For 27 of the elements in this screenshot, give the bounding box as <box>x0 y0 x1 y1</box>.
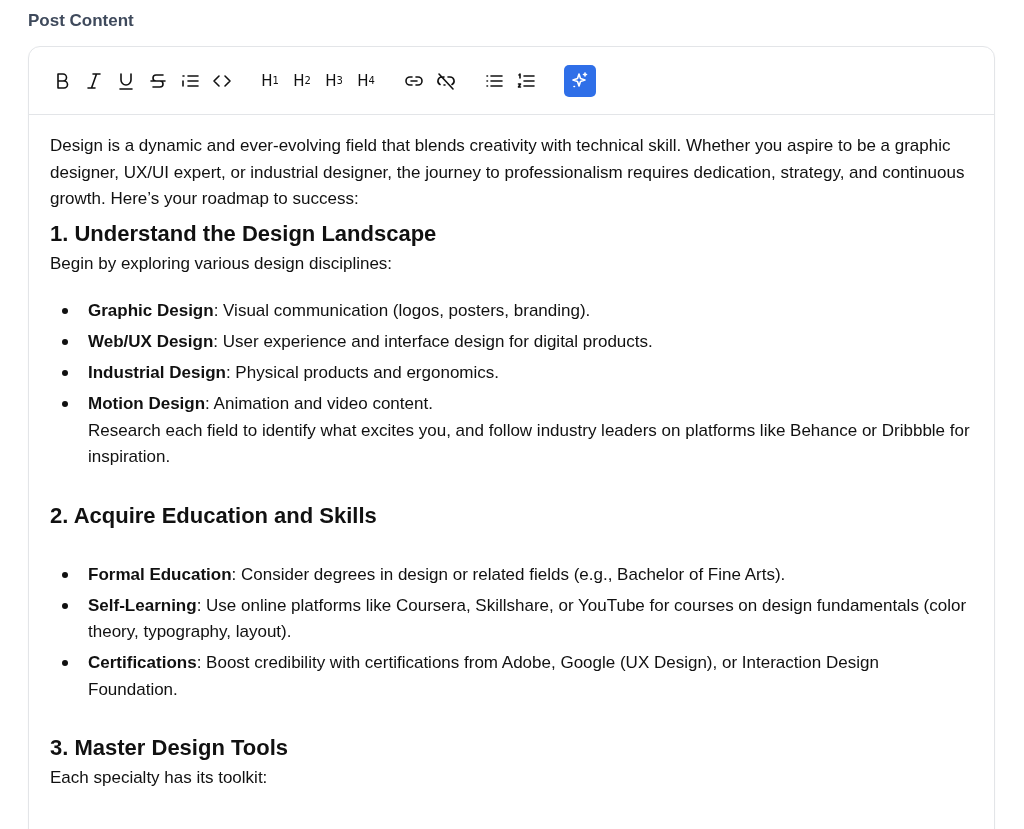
paragraph: Research each field to identify what excites you, and follow industry leaders on platforms like Behance or Dribbble for inspiration. <box>88 419 971 468</box>
section-heading: 3. Master Design Tools <box>50 734 289 762</box>
italic-icon <box>84 70 104 91</box>
bullet-icon <box>62 571 68 578</box>
section-heading: 2. Acquire Education and Skills <box>50 501 378 530</box>
bullet-icon <box>62 339 68 345</box>
list-item-text: Graphic Design: Visual communication (logos, posters, branding). <box>88 300 591 322</box>
paragraph: Begin by exploring various design disciplines: <box>50 252 394 275</box>
list-item-text: Motion Design: Animation and video content. <box>88 393 434 415</box>
underline-icon <box>116 70 136 91</box>
list-item-text: Formal Education: Consider degrees in design or related fields (e.g., Bachelor of Fine Arts). <box>88 563 786 586</box>
ai-assist-button[interactable] <box>564 64 596 97</box>
bullet-icon <box>62 308 68 314</box>
unlink-icon <box>436 70 456 91</box>
list-item-text: Certifications: Boost credibility with certifications from Adobe, Google (UX Design), or Interaction Design Foundation. <box>88 652 880 701</box>
bullet-icon <box>62 660 68 666</box>
field-label: Post Content <box>28 10 135 32</box>
paragraph: Design is a dynamic and ever-evolving field that blends creativity with technical skill. Whether you aspire to be a graphic designer, UX/UI expert, or industrial designer, the journey to professionalism requires dedication, strategy, and continuous growth. Here’s your roadmap to success: <box>50 135 966 210</box>
list-item-text: Self-Learning: Use online platforms like Coursera, Skillshare, or YouTube for courses on design fundamentals (color theory, typography, layout). <box>88 594 968 643</box>
list-item-text: Industrial Design: Physical products and ergonomics. <box>88 362 499 384</box>
bullet-icon <box>62 370 68 376</box>
numbered-list-icon <box>516 70 536 91</box>
bullet-icon <box>62 602 68 609</box>
section-heading: 1. Understand the Design Landscape <box>50 219 438 248</box>
list-item-text: Web/UX Design: User experience and interface design for digital products. <box>88 331 653 353</box>
bullet-icon <box>62 401 68 407</box>
paragraph: Each specialty has its toolkit: <box>50 767 269 789</box>
